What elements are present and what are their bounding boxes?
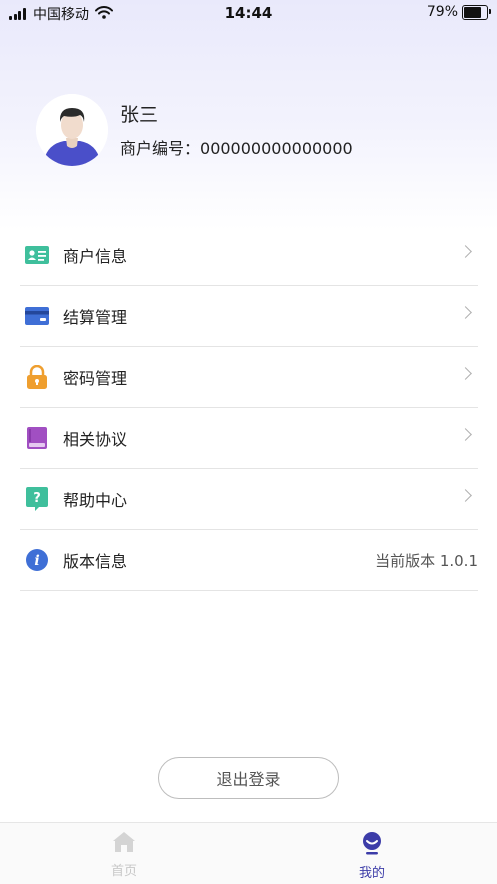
settings-menu: 商户信息 结算管理 密码管理 相关协议 ? 帮助中心 i 版本信息 当前版本 1… (20, 225, 478, 591)
status-time: 14:44 (224, 4, 273, 22)
logout-button[interactable]: 退出登录 (158, 757, 339, 799)
id-card-icon (24, 242, 50, 268)
battery-percent: 79% (426, 4, 458, 20)
merchant-number: 商户编号：000000000000000 (120, 135, 353, 159)
chevron-right-icon (459, 306, 472, 319)
chevron-right-icon (459, 489, 472, 502)
status-right: 79% (426, 4, 491, 20)
user-name: 张三 (120, 104, 159, 126)
tab-label: 首页 (110, 864, 137, 879)
book-icon (24, 425, 50, 451)
menu-item-label: 帮助中心 (63, 491, 128, 510)
tab-label: 我的 (358, 866, 385, 881)
tab-home[interactable]: 首页 (84, 831, 164, 879)
merchant-number-value: 000000000000000 (200, 139, 353, 158)
menu-item-label: 商户信息 (63, 247, 128, 266)
menu-item-help[interactable]: ? 帮助中心 (20, 469, 478, 530)
svg-text:?: ? (33, 491, 41, 506)
menu-item-agreements[interactable]: 相关协议 (20, 408, 478, 469)
tab-bar: 首页 我的 (0, 822, 497, 884)
credit-card-icon (24, 303, 50, 329)
menu-item-label: 结算管理 (63, 308, 128, 327)
menu-item-label: 版本信息 (63, 552, 128, 571)
avatar[interactable] (36, 94, 108, 166)
home-icon (112, 831, 136, 857)
version-value: 当前版本 1.0.1 (375, 551, 478, 570)
merchant-number-label: 商户编号： (120, 139, 201, 158)
svg-text:i: i (34, 553, 39, 569)
menu-item-password[interactable]: 密码管理 (20, 347, 478, 408)
lock-icon (24, 364, 50, 390)
menu-item-settlement[interactable]: 结算管理 (20, 286, 478, 347)
chevron-right-icon (459, 367, 472, 380)
menu-item-merchant-info[interactable]: 商户信息 (20, 225, 478, 286)
info-icon: i (24, 547, 50, 573)
menu-item-version[interactable]: i 版本信息 当前版本 1.0.1 (20, 530, 478, 591)
status-bar: 中国移动 14:44 79% (0, 0, 497, 26)
battery-icon (462, 4, 491, 20)
chevron-right-icon (459, 245, 472, 258)
chevron-right-icon (459, 428, 472, 441)
help-icon: ? (24, 486, 50, 512)
menu-item-label: 相关协议 (63, 430, 128, 449)
menu-item-label: 密码管理 (63, 369, 128, 388)
tab-mine[interactable]: 我的 (332, 831, 412, 881)
profile-icon (360, 831, 384, 859)
